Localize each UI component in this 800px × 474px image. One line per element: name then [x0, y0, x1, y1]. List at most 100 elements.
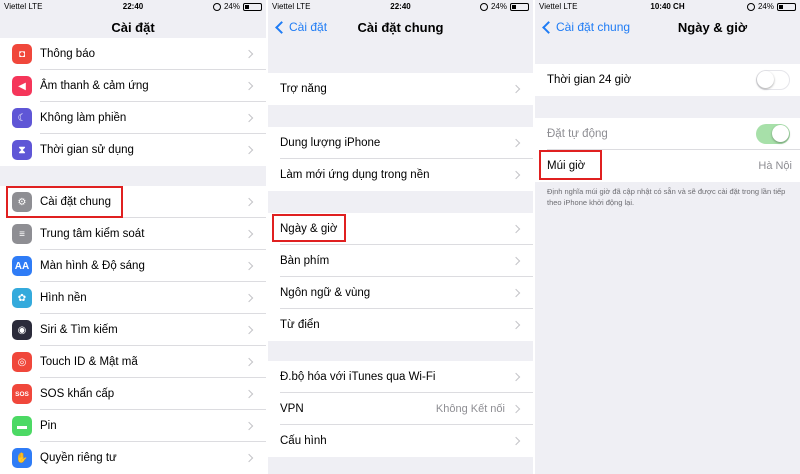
chevron-right-icon [511, 84, 521, 94]
settings-item-label: Không làm phiền [40, 112, 127, 124]
general-item[interactable]: Cấu hình [268, 425, 533, 457]
chevron-right-icon [511, 320, 521, 330]
settings-item-label: Touch ID & Mật mã [40, 356, 138, 368]
auto-set-row: Đặt tự động [535, 118, 800, 150]
hand-icon: ✋ [12, 448, 32, 468]
general-item-label: Đ.bộ hóa với iTunes qua Wi-Fi [280, 371, 436, 383]
chevron-right-icon [244, 357, 254, 367]
timezone-value: Hà Nội [758, 160, 792, 172]
chevron-right-icon [244, 293, 254, 303]
settings-item[interactable]: ≡ Trung tâm kiểm soát [0, 218, 266, 250]
back-button[interactable]: Cài đặt chung [541, 20, 630, 34]
general-item[interactable]: Ngôn ngữ & vùng [268, 277, 533, 309]
highlight-box-general [6, 186, 123, 218]
nav-bar: Cài đặt Cài đặt chung [268, 14, 533, 40]
chevron-right-icon [511, 404, 521, 414]
chevron-right-icon [244, 421, 254, 431]
settings-item[interactable]: ▬ Pin [0, 410, 266, 442]
general-item[interactable]: Bàn phím [268, 245, 533, 277]
settings-item[interactable]: SOS SOS khẩn cấp [0, 378, 266, 410]
settings-item[interactable]: ✋ Quyền riêng tư [0, 442, 266, 474]
general-item-label: Trợ năng [280, 83, 327, 95]
chevron-right-icon [244, 197, 254, 207]
settings-item-label: Trung tâm kiểm soát [40, 228, 145, 240]
back-label: Cài đặt chung [556, 20, 631, 34]
settings-item-label: Âm thanh & cảm ứng [40, 80, 149, 92]
settings-item-label: Thông báo [40, 48, 95, 60]
settings-item[interactable]: ◎ Touch ID & Mật mã [0, 346, 266, 378]
general-item-label: Cấu hình [280, 435, 327, 447]
chevron-right-icon [244, 145, 254, 155]
battery-percent: 24% [757, 2, 774, 11]
chevron-right-icon [511, 170, 521, 180]
general-item[interactable]: Đ.bộ hóa với iTunes qua Wi-Fi [268, 361, 533, 393]
chevron-right-icon [244, 113, 254, 123]
page-title: Cài đặt chung [357, 20, 444, 35]
battery-icon: ▬ [12, 416, 32, 436]
general-item[interactable]: VPN Không Kết nối [268, 393, 533, 425]
rotation-lock-icon [746, 2, 755, 11]
date-time-panel: Viettel LTE 10:40 CH 24% Cài đặt chung N… [535, 0, 800, 474]
sos-icon: SOS [12, 384, 32, 404]
settings-item-label: SOS khẩn cấp [40, 388, 115, 400]
settings-item[interactable]: ◘ Thông báo [0, 38, 266, 70]
settings-item-label: Màn hình & Độ sáng [40, 260, 145, 272]
page-title: Cài đặt [111, 20, 155, 35]
battery-percent: 24% [223, 2, 240, 11]
wallpaper-icon: ✿ [12, 288, 32, 308]
auto-set-toggle[interactable] [756, 124, 790, 144]
highlight-box-timezone [539, 150, 602, 180]
siri-icon: ◉ [12, 320, 32, 340]
general-item[interactable]: Làm mới ứng dụng trong nền [268, 159, 533, 191]
settings-item[interactable]: ⧗ Thời gian sử dụng [0, 134, 266, 166]
status-bar: Viettel LTE 22:40 24% [268, 0, 533, 14]
general-item[interactable]: Trợ năng [268, 73, 533, 105]
general-settings-panel: Viettel LTE 22:40 24% Cài đặt Cài đặt ch… [268, 0, 533, 474]
status-bar: Viettel LTE 10:40 CH 24% [535, 0, 800, 14]
fingerprint-icon: ◎ [12, 352, 32, 372]
auto-set-label: Đặt tự động [547, 128, 608, 140]
page-title: Ngày & giờ [677, 20, 748, 35]
chevron-right-icon [511, 436, 521, 446]
chevron-left-icon [542, 20, 555, 34]
settings-item-label: Quyền riêng tư [40, 452, 117, 464]
general-item-label: Ngôn ngữ & vùng [280, 287, 371, 299]
settings-item-label: Thời gian sử dụng [40, 144, 134, 156]
settings-item-label: Pin [40, 420, 57, 432]
chevron-right-icon [511, 224, 521, 234]
hourglass-icon: ⧗ [12, 140, 32, 160]
general-item-label: Bàn phím [280, 255, 330, 267]
chevron-right-icon [244, 261, 254, 271]
toggle-knob [757, 71, 774, 88]
speaker-icon: ◀ [12, 76, 32, 96]
general-item-label: VPN [280, 403, 304, 415]
general-item-label: Dung lượng iPhone [280, 137, 381, 149]
battery-icon [777, 2, 796, 11]
general-item-value: Không Kết nối [435, 403, 505, 415]
settings-item[interactable]: ✿ Hình nền [0, 282, 266, 314]
rotation-lock-icon [479, 2, 488, 11]
time24-row: Thời gian 24 giờ [535, 64, 800, 96]
settings-item[interactable]: ☾ Không làm phiền [0, 102, 266, 134]
general-item[interactable]: Từ điển [268, 309, 533, 341]
settings-item[interactable]: AA Màn hình & Độ sáng [0, 250, 266, 282]
chevron-right-icon [244, 49, 254, 59]
toggle-knob [772, 125, 789, 142]
chevron-right-icon [511, 288, 521, 298]
time24-toggle[interactable] [756, 70, 790, 90]
timezone-footnote: Định nghĩa múi giờ đã cập nhật có sẵn và… [547, 187, 786, 207]
settings-item-label: Hình nền [40, 292, 87, 304]
settings-panel: Viettel LTE 22:40 24% Cài đặt ◘ Thông báo… [0, 0, 266, 474]
chevron-right-icon [511, 256, 521, 266]
general-item[interactable]: Dung lượng iPhone [268, 127, 533, 159]
bell-icon: ◘ [12, 44, 32, 64]
chevron-right-icon [244, 389, 254, 399]
settings-item[interactable]: ◀ Âm thanh & cảm ứng [0, 70, 266, 102]
chevron-right-icon [244, 453, 254, 463]
chevron-right-icon [244, 229, 254, 239]
chevron-right-icon [244, 325, 254, 335]
battery-percent: 24% [490, 2, 507, 11]
time24-label: Thời gian 24 giờ [547, 74, 632, 86]
settings-item[interactable]: ◉ Siri & Tìm kiếm [0, 314, 266, 346]
display-icon: AA [12, 256, 32, 276]
